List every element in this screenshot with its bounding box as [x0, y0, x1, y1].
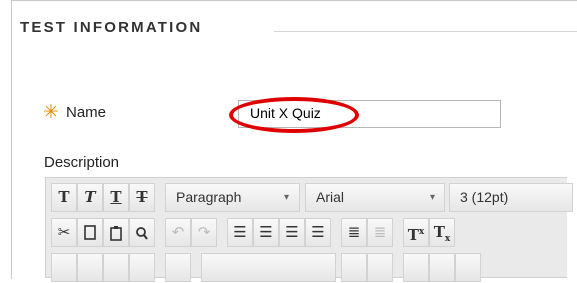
chevron-down-icon: ▾: [430, 192, 436, 203]
description-editor-toolbar: T T T T Paragraph ▾ Arial ▾ 3 (12pt) ✂ ↶…: [45, 177, 573, 282]
section-header: TEST INFORMATION: [12, 19, 577, 43]
superscript-glyph: T: [407, 226, 419, 244]
chevron-down-icon: ▾: [284, 192, 290, 203]
font-size-select[interactable]: 3 (12pt): [449, 183, 573, 212]
italic-button[interactable]: T: [77, 183, 103, 212]
name-label: Name: [66, 104, 107, 121]
paste-icon[interactable]: [103, 218, 129, 247]
font-size-value: 3 (12pt): [460, 189, 509, 205]
bullet-list-icon[interactable]: ≣: [341, 218, 367, 247]
undo-icon[interactable]: ↶: [165, 218, 191, 247]
description-label: Description: [44, 154, 120, 171]
underline-button[interactable]: T: [103, 183, 129, 212]
cut-icon[interactable]: ✂: [51, 218, 77, 247]
subscript-icon[interactable]: Tx: [429, 218, 455, 247]
heading-divider: [274, 31, 577, 32]
redo-icon[interactable]: ↷: [191, 218, 217, 247]
subscript-glyph: T: [433, 223, 445, 241]
numbered-list-icon[interactable]: ≣: [367, 218, 393, 247]
justify-icon[interactable]: ☰: [305, 218, 331, 247]
section-heading: TEST INFORMATION: [20, 19, 203, 36]
superscript-icon[interactable]: Tx: [403, 218, 429, 247]
bold-button[interactable]: T: [51, 183, 77, 212]
font-select[interactable]: Arial ▾: [305, 183, 445, 212]
align-left-icon[interactable]: ☰: [227, 218, 253, 247]
align-right-icon[interactable]: ☰: [279, 218, 305, 247]
format-value: Paragraph: [176, 189, 242, 205]
asterisk-icon: ✳: [43, 101, 59, 123]
copy-icon[interactable]: [77, 218, 103, 247]
strikethrough-button[interactable]: T: [129, 183, 155, 212]
format-select[interactable]: Paragraph ▾: [165, 183, 300, 212]
align-center-icon[interactable]: ☰: [253, 218, 279, 247]
name-input[interactable]: Unit X Quiz: [238, 100, 501, 128]
font-value: Arial: [316, 189, 345, 205]
find-icon[interactable]: [129, 218, 155, 247]
